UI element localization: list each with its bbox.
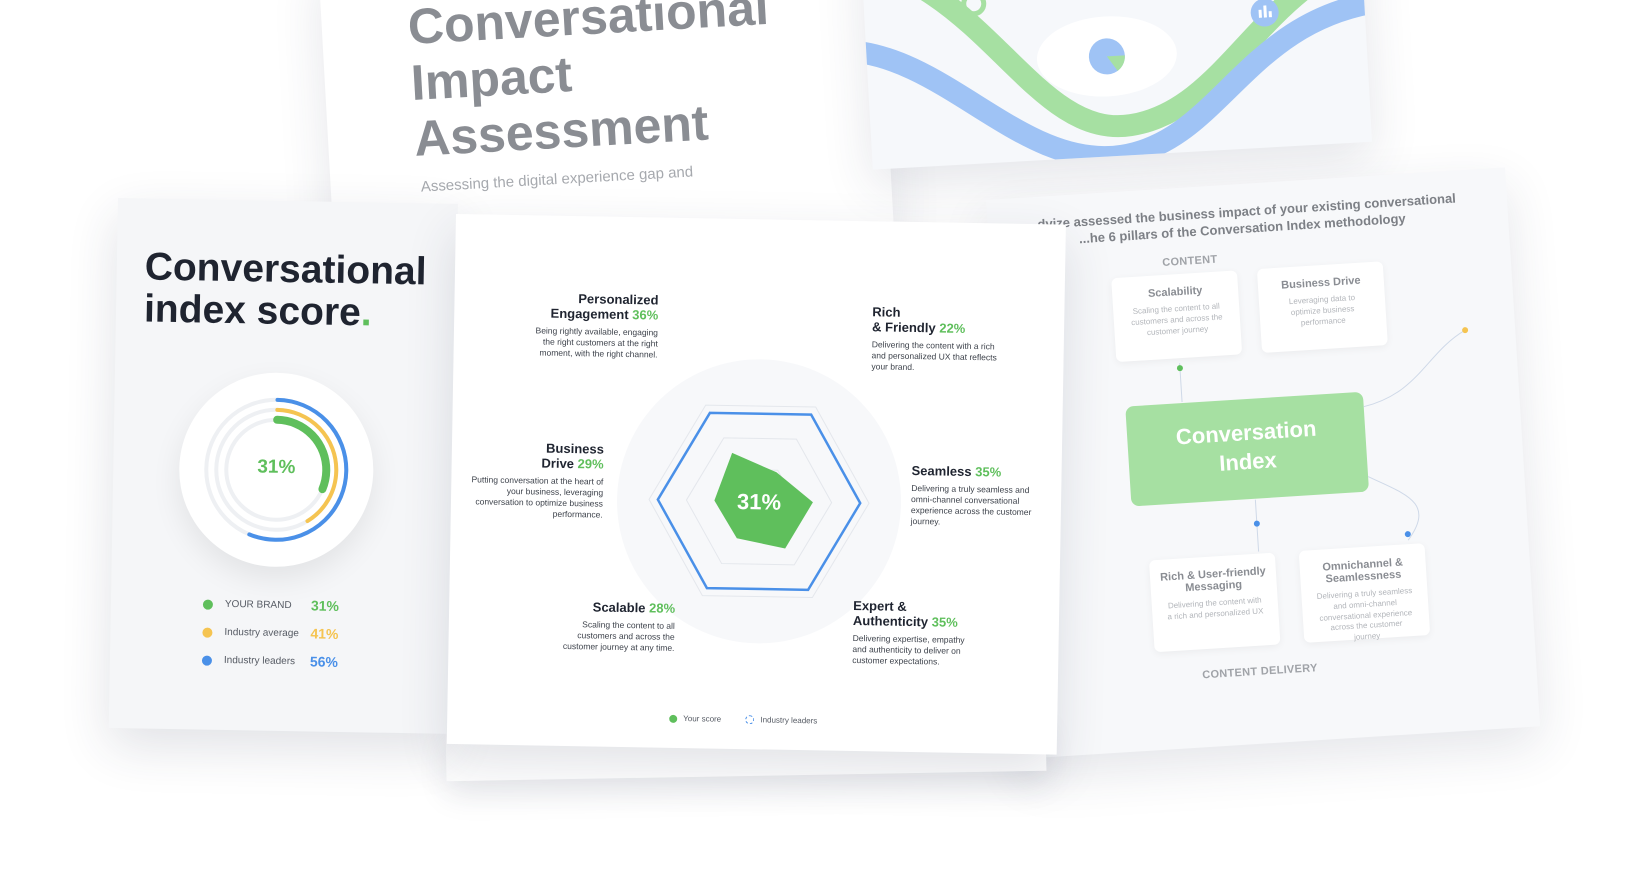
pillar-name: Rich (872, 304, 901, 320)
pill-text: Delivering a truly seamless and omni-cha… (1316, 586, 1413, 642)
pillar-name: & Friendly (871, 319, 936, 336)
pill-text: Leveraging data to optimize business per… (1288, 293, 1356, 328)
pillar-desc: Putting conversation at the heart of you… (471, 474, 604, 520)
score-title: Conversational index score. (143, 245, 427, 335)
pill-title: Scalability (1147, 284, 1203, 301)
pillar-name: Seamless (911, 462, 972, 480)
pill-scalability: Scalability Scaling the content to all c… (1111, 270, 1243, 363)
legend-row-average: Industry average 41% (202, 624, 392, 655)
pillar-name: Expert & (853, 597, 907, 614)
content-section-label: CONTENT (1161, 253, 1218, 270)
legend-label: Industry average (224, 626, 300, 640)
title-accent-dot: . (360, 290, 373, 335)
pillar-pct: 35% (975, 464, 1002, 480)
pillar-pct: 29% (577, 456, 604, 472)
pill-title: Omnichannel & Seamlessness (1322, 556, 1404, 586)
legend-label: YOUR BRAND (224, 598, 292, 612)
pillar-pct: 36% (632, 307, 659, 323)
pillar-name: Business (545, 440, 605, 457)
pill-title: Rich & User-friendly Messaging (1159, 565, 1267, 595)
pillar-rich: Rich & Friendly 22% Delivering the conten… (871, 304, 1002, 374)
pillar-name: Drive (541, 455, 575, 472)
index-score-card: Conversational index score. 31% YOUR BRA… (108, 198, 458, 734)
illustration-card (860, 0, 1373, 170)
legend-your-score: Your score (669, 714, 721, 724)
radar-center-value: 31% (737, 489, 781, 515)
legend-ring-icon (745, 715, 755, 725)
pillar-pct: 22% (939, 320, 966, 336)
score-title-line: index score (143, 287, 362, 334)
legend-value: 56% (309, 653, 339, 670)
eye-illustration (860, 0, 1373, 169)
cover-title: Conversational Impact Assessment (406, 0, 776, 167)
pillar-desc: Delivering the content with a rich and p… (871, 339, 997, 372)
pillar-expert: Expert & Authenticity 35% Delivering expe… (852, 597, 981, 668)
pillar-scalable: Scalable 28% Scaling the content to all … (552, 599, 676, 654)
pillar-name: Authenticity (852, 612, 929, 630)
legend-dot (201, 655, 213, 666)
pillar-pct: 28% (648, 600, 676, 616)
pillar-name: Scalable (592, 599, 646, 616)
pillar-name: Personalized (578, 291, 659, 308)
pill-text: Scaling the content to all customers and… (1130, 301, 1223, 337)
pill-business-drive: Business Drive Leveraging data to optimi… (1256, 261, 1388, 353)
legend-row-leaders: Industry leaders 56% (201, 652, 392, 683)
legend-label: Industry leaders (760, 715, 818, 726)
score-legend: YOUR BRAND 31% Industry average 41% Indu… (201, 596, 393, 683)
delivery-section-label: CONTENT DELIVERY (1201, 662, 1319, 682)
methodology-intro: ...dvize assessed the business impact of… (1001, 189, 1482, 253)
legend-row-brand: YOUR BRAND 31% (202, 596, 393, 627)
pillar-desc: Scaling the content to all customers and… (562, 619, 675, 653)
pillar-desc: Being rightly available, engaging the ri… (535, 325, 659, 360)
pill-text: Delivering the content with a rich and p… (1167, 595, 1264, 622)
legend-value: 41% (310, 625, 339, 642)
methodology-card: ...dvize assessed the business impact of… (986, 167, 1541, 759)
pillar-desc: Delivering expertise, empathy and authen… (852, 632, 965, 667)
pill-rich-messaging: Rich & User-friendly Messaging Deliverin… (1148, 552, 1281, 653)
pillar-business: Business Drive 29% Putting conversation a… (465, 440, 604, 520)
pillar-desc: Delivering a truly seamless and omni-cha… (910, 482, 1032, 527)
radar-legend: Your score Industry leaders (669, 714, 839, 726)
score-title-line: Conversational (144, 245, 427, 294)
pillar-personalized: Personalized Engagement 36% Being rightly… (533, 291, 658, 360)
cover-subtitle: Assessing the digital experience gap and (420, 163, 694, 196)
ring-center-value: 31% (257, 456, 296, 479)
legend-value: 31% (310, 597, 340, 614)
legend-dot (202, 627, 213, 638)
pill-title: Business Drive (1280, 274, 1361, 292)
legend-dot (669, 714, 678, 723)
pillar-radar-card: 31% Personalized Engagement 36% Being rig… (446, 214, 1066, 755)
legend-label: Industry leaders (223, 654, 296, 668)
pillar-seamless: Seamless 35% Delivering a truly seamless… (910, 462, 1042, 529)
pillar-pct: 35% (931, 614, 958, 630)
legend-industry-leaders: Industry leaders (745, 715, 817, 726)
score-ring-chart: 31% (177, 371, 375, 569)
legend-dot (202, 599, 214, 610)
legend-label: Your score (683, 714, 722, 724)
pill-omnichannel: Omnichannel & Seamlessness Delivering a … (1298, 543, 1431, 643)
conversation-index-box: Conversation Index (1125, 391, 1370, 507)
pillar-name: Engagement (550, 305, 629, 322)
